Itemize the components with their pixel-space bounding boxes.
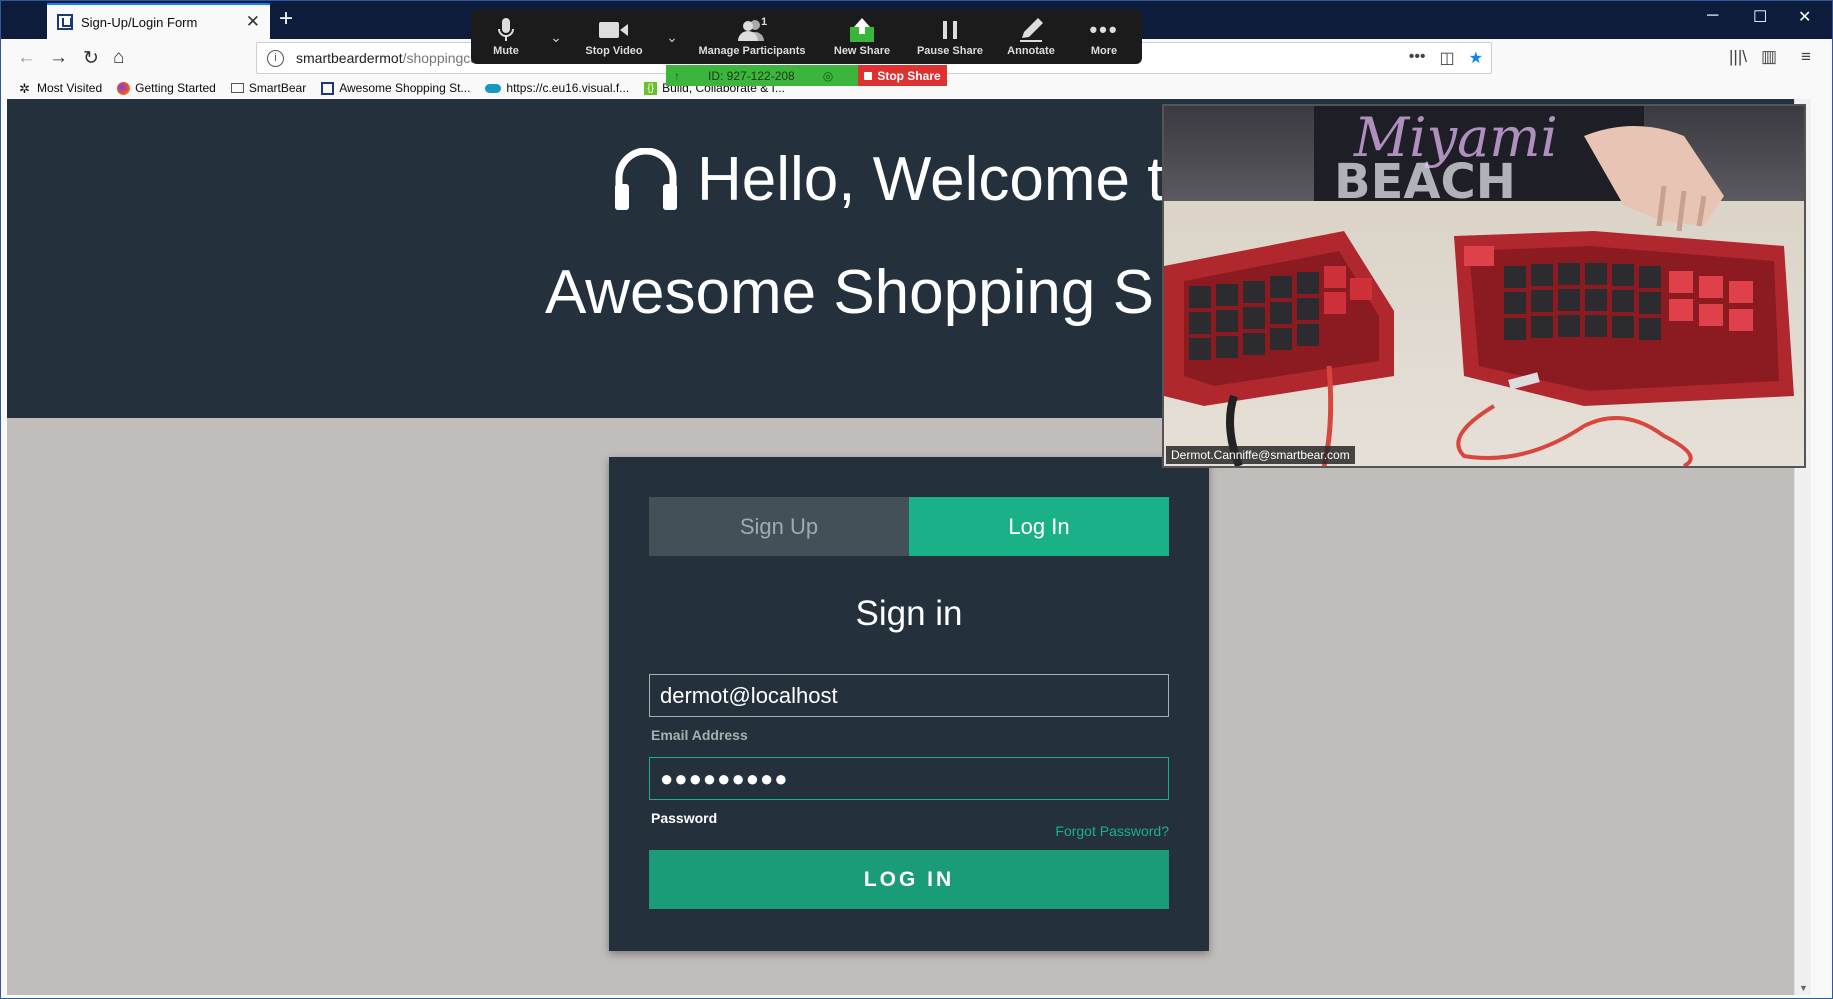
sidebar-icon[interactable]: ▥ <box>1761 47 1777 67</box>
microphone-icon <box>498 17 514 43</box>
tab-log-in[interactable]: Log In <box>909 497 1169 556</box>
more-dots-icon: ••• <box>1089 17 1119 42</box>
bookmark-label: Getting Started <box>135 81 216 95</box>
hero-title-line1: Hello, Welcome t <box>613 144 1164 215</box>
stop-share-button[interactable]: Stop Share <box>858 65 947 86</box>
new-share-button[interactable]: New Share <box>817 10 907 64</box>
bookmark-getting-started[interactable]: Getting Started <box>117 81 216 95</box>
mute-label: Mute <box>493 45 519 57</box>
password-field[interactable]: ●●●●●●●●● <box>649 757 1169 800</box>
video-options-chevron-down-icon[interactable]: ⌄ <box>657 29 687 46</box>
meeting-id-bar[interactable]: ↑ ID: 927-122-208 ◎ <box>666 65 858 86</box>
more-label: More <box>1090 45 1118 57</box>
pause-share-label: Pause Share <box>916 45 984 57</box>
new-share-label: New Share <box>833 45 891 57</box>
bookmark-label: Awesome Shopping St... <box>339 81 471 95</box>
email-field[interactable]: dermot@localhost <box>649 674 1169 717</box>
participant-count: 1 <box>761 16 768 28</box>
folder-icon <box>230 83 244 93</box>
manage-participants-label: Manage Participants <box>698 45 806 57</box>
audio-options-chevron-down-icon[interactable]: ⌄ <box>541 29 571 46</box>
encryption-status-icon: ◎ <box>822 68 834 83</box>
tab-close-icon[interactable]: ✕ <box>246 12 260 32</box>
log-in-button[interactable]: LOG IN <box>649 850 1169 909</box>
form-tabs: Sign Up Log In <box>649 497 1169 556</box>
back-icon[interactable]: ← <box>17 47 36 69</box>
form-heading: Sign in <box>855 594 963 633</box>
webcam-video-overlay[interactable]: Miyami BEACH Dermot.Canniffe@smartbear.c… <box>1162 104 1806 468</box>
webcam-caption: Dermot.Canniffe@smartbear.com <box>1166 446 1355 464</box>
bookmark-label: https://c.eu16.visual.f... <box>506 81 630 95</box>
pause-icon <box>942 17 958 43</box>
new-tab-button[interactable]: + <box>279 5 293 33</box>
library-icon[interactable]: |||\ <box>1729 47 1747 67</box>
tab-sign-up-login[interactable]: Sign-Up/Login Form ✕ <box>47 3 270 39</box>
bookmark-most-visited[interactable]: ✲ Most Visited <box>19 81 102 95</box>
site-info-icon[interactable]: i <box>267 49 284 67</box>
pocket-icon[interactable]: ◫ <box>1440 48 1455 68</box>
stop-video-button[interactable]: Stop Video <box>571 10 657 64</box>
menu-icon[interactable]: ≡ <box>1801 47 1811 67</box>
firefox-icon <box>117 81 131 95</box>
password-label: Password <box>651 810 718 826</box>
video-camera-icon <box>599 17 629 43</box>
reload-icon[interactable]: ↻ <box>83 47 99 70</box>
more-button[interactable]: ••• More <box>1069 10 1139 64</box>
manage-participants-button[interactable]: 1 Manage Participants <box>687 10 817 64</box>
annotate-label: Annotate <box>1007 45 1055 57</box>
share-status-strip: ↑ ID: 927-122-208 ◎ Stop Share <box>666 65 947 86</box>
share-upload-icon <box>849 17 875 43</box>
forward-icon[interactable]: → <box>49 47 68 69</box>
bookmark-awesome-shopping[interactable]: Awesome Shopping St... <box>321 81 470 95</box>
forgot-password-link[interactable]: Forgot Password? <box>1055 823 1169 839</box>
home-icon[interactable]: ⌂ <box>113 47 124 69</box>
annotate-button[interactable]: Annotate <box>993 10 1069 64</box>
hero-text-line1: Hello, Welcome t <box>697 145 1165 214</box>
headphones-icon <box>615 147 677 210</box>
pause-share-button[interactable]: Pause Share <box>907 10 993 64</box>
email-label: Email Address <box>651 727 748 743</box>
minimize-button[interactable]: ─ <box>1707 7 1718 25</box>
pencil-icon <box>1018 17 1044 43</box>
bookmark-label: SmartBear <box>248 81 307 95</box>
bracket-icon: {} <box>644 81 658 95</box>
svg-text:BEACH: BEACH <box>1334 154 1516 210</box>
browser-window: Sign-Up/Login Form ✕ + ─ ☐ ✕ ← → ↻ ⌂ i s… <box>0 0 1833 999</box>
bookmark-star-icon[interactable]: ★ <box>1469 48 1483 68</box>
meeting-id: ID: 927-122-208 <box>708 68 795 83</box>
login-form-card: Sign Up Log In Sign in dermot@localhost … <box>609 457 1209 951</box>
gear-icon: ✲ <box>19 80 30 96</box>
stop-square-icon <box>864 71 873 80</box>
stop-share-label: Stop Share <box>877 68 941 83</box>
webcam-video-frame: Miyami BEACH <box>1164 106 1804 466</box>
url-host: smartbeardermot <box>296 50 403 66</box>
close-window-button[interactable]: ✕ <box>1798 7 1811 27</box>
url-actions: ••• ◫ ★ <box>1409 48 1483 68</box>
url-path: /shoppingca <box>402 50 479 66</box>
scroll-down-icon[interactable]: ▼ <box>1799 983 1808 993</box>
page-actions-icon[interactable]: ••• <box>1409 48 1426 68</box>
site-favicon-icon <box>57 14 73 30</box>
tab-sign-up[interactable]: Sign Up <box>649 497 909 556</box>
cloud-icon <box>485 83 502 93</box>
maximize-button[interactable]: ☐ <box>1753 7 1767 27</box>
mute-button[interactable]: Mute <box>471 10 541 64</box>
stop-video-label: Stop Video <box>585 45 643 57</box>
site-icon <box>321 81 335 95</box>
bookmark-salesforce[interactable]: https://c.eu16.visual.f... <box>485 81 629 95</box>
tab-title: Sign-Up/Login Form <box>81 14 198 30</box>
hero-title-line2: Awesome Shopping S <box>545 258 1154 327</box>
bookmark-smartbear[interactable]: SmartBear <box>230 81 307 95</box>
bookmark-label: Most Visited <box>37 81 103 95</box>
zoom-toolbar: Mute ⌄ Stop Video ⌄ 1 Manage Participant… <box>471 10 1142 64</box>
pin-icon: ↑ <box>674 68 680 83</box>
